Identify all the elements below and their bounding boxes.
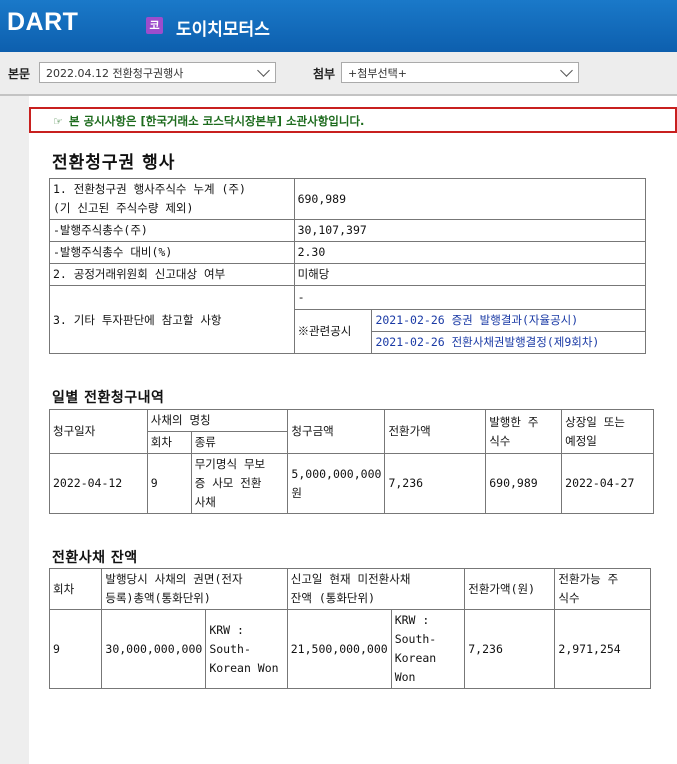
table-cell: 2. 공정거래위원회 신고대상 여부 <box>49 263 295 286</box>
table-cell: 미해당 <box>293 263 647 286</box>
table-header: 회차 <box>146 431 192 454</box>
notice-banner: ☞ 본 공시사항은 [한국거래소 코스닥시장본부] 소관사항입니다. <box>29 107 677 133</box>
table-header: 상장일 또는 예정일 <box>561 409 654 454</box>
table-cell: 21,500,000,000 <box>286 609 392 689</box>
table-cell: 3. 기타 투자판단에 참고할 사항 <box>49 285 295 354</box>
table-header: 종류 <box>190 431 289 454</box>
table-header: 회차 <box>48 568 103 610</box>
app-header: DART 코 도이치모터스 <box>0 0 677 52</box>
summary-table: 1. 전환청구권 행사주식수 누계 (주) (기 신고된 주식수량 제외) 69… <box>49 178 647 354</box>
table-header: 전환가액(원) <box>464 568 556 610</box>
table-cell: 9 <box>48 609 103 689</box>
table-header-row: 회차 발행당시 사채의 권면(전자 등록)총액(통화단위) 신고일 현재 미전환… <box>48 568 651 610</box>
attach-select-value: +첨부선택+ <box>348 67 407 80</box>
table-cell: 30,000,000,000 <box>101 609 207 689</box>
table-row: 1. 전환청구권 행사주식수 누계 (주) (기 신고된 주식수량 제외) 69… <box>49 178 647 220</box>
table-row: 2022-04-12 9 무기명식 무보 증 사모 전환 사채 5,000,00… <box>49 453 654 514</box>
doc-select-label: 본문 <box>8 67 31 81</box>
table-header: 발행당시 사채의 권면(전자 등록)총액(통화단위) <box>101 568 288 610</box>
bond-balance-table: 회차 발행당시 사채의 권면(전자 등록)총액(통화단위) 신고일 현재 미전환… <box>48 568 651 689</box>
table-header: 청구일자 <box>49 409 148 454</box>
table-cell: KRW : South- Korean Won <box>390 609 466 689</box>
dart-logo[interactable]: DART <box>7 8 78 37</box>
table-cell: 690,989 <box>485 453 563 514</box>
table-row: 3. 기타 투자판단에 참고할 사항 - <box>49 285 647 354</box>
related-disclosure-link[interactable]: 2021-02-26 전환사채권발행결정(제9회차) <box>371 331 646 354</box>
attach-select-label: 첨부 <box>313 67 336 81</box>
pointing-hand-icon: ☞ <box>53 115 63 128</box>
corp-name: 도이치모터스 <box>176 20 270 40</box>
table-header: 발행한 주 식수 <box>485 409 563 454</box>
table-header: 전환가능 주 식수 <box>554 568 651 610</box>
table-header: 청구금액 <box>287 409 386 454</box>
related-disclosure-link[interactable]: 2021-02-26 증권 발행결과(자율공시) <box>371 309 646 332</box>
table-cell: -발행주식총수 대비(%) <box>49 241 295 264</box>
table-cell: 30,107,397 <box>293 219 647 242</box>
table-header-row: 청구일자 사채의 명칭 청구금액 전환가액 발행한 주 식수 상장일 또는 예정… <box>49 409 654 454</box>
table-row: -발행주식총수(주) 30,107,397 <box>49 219 647 242</box>
attach-select[interactable]: +첨부선택+ <box>341 62 579 83</box>
table-row: 9 30,000,000,000 KRW : South- Korean Won… <box>48 609 651 689</box>
table-cell: ※관련공시 <box>293 309 373 354</box>
chevron-down-icon <box>257 64 270 77</box>
table-row: -발행주식총수 대비(%) 2.30 <box>49 241 647 264</box>
table-cell: 2022-04-27 <box>561 453 654 514</box>
table-cell: 1. 전환청구권 행사주식수 누계 (주) (기 신고된 주식수량 제외) <box>49 178 295 220</box>
section-title-daily: 일별 전환청구내역 <box>52 390 165 406</box>
table-cell: 7,236 <box>384 453 487 514</box>
table-cell: - <box>293 285 647 310</box>
document-title: 전환청구권 행사 <box>52 153 176 173</box>
table-cell: 무기명식 무보 증 사모 전환 사채 <box>190 453 289 514</box>
table-cell: 7,236 <box>464 609 556 689</box>
table-cell: KRW : South- Korean Won <box>205 609 288 689</box>
table-cell: -발행주식총수(주) <box>49 219 295 242</box>
table-cell: 9 <box>146 453 192 514</box>
daily-conversion-table: 청구일자 사채의 명칭 청구금액 전환가액 발행한 주 식수 상장일 또는 예정… <box>49 409 654 514</box>
chevron-down-icon <box>560 64 573 77</box>
notice-text: 본 공시사항은 [한국거래소 코스닥시장본부] 소관사항입니다. <box>69 114 365 128</box>
doc-select[interactable]: 2022.04.12 전환청구권행사 <box>39 62 276 83</box>
toolbar: 본문 2022.04.12 전환청구권행사 첨부 +첨부선택+ <box>0 52 677 96</box>
table-row: 2. 공정거래위원회 신고대상 여부 미해당 <box>49 263 647 286</box>
corp-market-badge: 코 <box>146 17 163 34</box>
left-gutter <box>0 96 29 764</box>
section-title-balance: 전환사채 잔액 <box>52 550 138 566</box>
table-cell: 2022-04-12 <box>49 453 148 514</box>
doc-select-value: 2022.04.12 전환청구권행사 <box>46 67 184 80</box>
table-cell: 2.30 <box>293 241 647 264</box>
table-header: 사채의 명칭 <box>146 409 289 432</box>
table-header: 신고일 현재 미전환사채 잔액 (통화단위) <box>286 568 466 610</box>
table-cell: 5,000,000,000 원 <box>287 453 386 514</box>
table-cell: 690,989 <box>293 178 647 220</box>
table-header: 전환가액 <box>384 409 487 454</box>
table-cell: 2,971,254 <box>554 609 651 689</box>
